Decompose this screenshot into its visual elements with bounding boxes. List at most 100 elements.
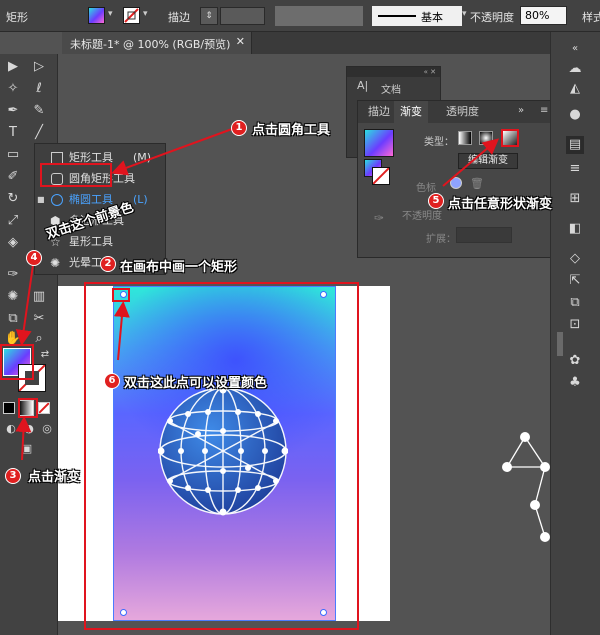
flare-icon: ✺ (50, 256, 61, 270)
magic-wand-icon[interactable]: ✧ (4, 80, 22, 98)
type-tool-icon[interactable]: T (4, 124, 22, 142)
annotation-6: 双击这此点可以设置颜色 (124, 376, 268, 391)
annotation-2: 在画布中画一个矩形 (120, 260, 238, 275)
flyout-item-shortcut: (M) (133, 151, 152, 164)
color-mode-button[interactable] (3, 402, 15, 414)
control-bar: 矩形 ▾ ▾ 描边 ⇕ 基本 ▾ 不透明度 80% 样式 (0, 0, 600, 32)
expand-label: 扩展： (426, 234, 456, 245)
layers-icon[interactable]: ◇ (566, 250, 584, 268)
paintbrush-icon[interactable]: ✐ (4, 168, 22, 186)
opacity-label: 不透明度 (470, 11, 514, 24)
gradient-panel: 描边 渐变 透明度 » ≡ 类型： 编辑渐变 色标 🗑 ✑ 不透明度 扩展： (357, 100, 556, 258)
chevron-down-icon[interactable]: ▾ (108, 9, 113, 19)
artboards-icon[interactable]: ⧉ (566, 294, 584, 312)
current-tool-marker: ■ (37, 195, 45, 204)
no-stroke-icon (372, 167, 390, 185)
transform-icon[interactable]: ⊞ (566, 190, 584, 208)
highlight-fill-color (0, 344, 34, 380)
panel-collapse-bar[interactable]: « ✕ (347, 67, 440, 77)
chevron-down-icon[interactable]: ▾ (143, 9, 148, 19)
shape-label: 矩形 (6, 11, 28, 24)
expand-input[interactable] (456, 227, 512, 243)
stroke-weight-input[interactable] (220, 7, 265, 25)
dock-scrollbar[interactable] (557, 332, 563, 356)
trash-icon[interactable]: 🗑 (470, 177, 484, 190)
gradient-panel-icon[interactable]: ▤ (566, 136, 584, 154)
column-graph-icon[interactable]: ▥ (30, 288, 48, 306)
document-tab[interactable]: 未标题-1* @ 100% (RGB/预览) ✕ (62, 32, 252, 54)
draw-behind-icon[interactable]: ◑ (20, 420, 38, 438)
ellipse-icon (51, 194, 63, 206)
fill-swatch[interactable] (88, 7, 105, 24)
symbol-sprayer-icon[interactable]: ✺ (4, 288, 22, 306)
tab-gradient[interactable]: 渐变 (394, 101, 428, 123)
pen-tool-icon[interactable]: ✒ (4, 102, 22, 120)
eyedropper-icon[interactable]: ✑ (374, 211, 384, 225)
swap-colors-icon[interactable]: ⇄ (36, 346, 54, 364)
document-tab-bar: 未标题-1* @ 100% (RGB/预览) ✕ (62, 32, 550, 54)
linear-gradient-button[interactable] (458, 131, 472, 145)
brush-definition[interactable]: 基本 (372, 6, 462, 26)
export-icon[interactable]: ⇱ (566, 272, 584, 290)
annotation-1: 点击圆角工具 (252, 123, 331, 138)
panel-expand-icon[interactable]: » (518, 105, 524, 116)
color-stop-icon[interactable] (450, 177, 462, 189)
draw-normal-icon[interactable]: ◐ (2, 420, 20, 438)
tab-transparency[interactable]: 透明度 (440, 101, 485, 123)
no-stroke-icon (124, 8, 139, 23)
scale-tool-icon[interactable]: ⤢ (4, 212, 22, 230)
slice-tool-icon[interactable]: ✂ (30, 310, 48, 328)
color-stop-label: 色标 (416, 183, 436, 194)
highlight-gradient-mode (18, 398, 38, 418)
selection-tool-icon[interactable]: ▶ (4, 58, 22, 76)
annotation-3: 点击渐变 (28, 470, 81, 485)
document-tab-title: 未标题-1* @ 100% (RGB/预览) (70, 38, 231, 51)
annotation-number: 4 (26, 250, 42, 266)
curvature-tool-icon[interactable]: ✎ (30, 102, 48, 120)
none-icon (38, 402, 50, 414)
artboard-tool-icon[interactable]: ⧉ (4, 310, 22, 328)
shape-builder-icon[interactable]: ◈ (4, 234, 22, 252)
cc-libraries-icon[interactable]: ☁ (566, 60, 584, 78)
stroke-style-label: 基本 (421, 11, 443, 24)
collapse-icon[interactable]: « (566, 40, 584, 58)
align-icon[interactable]: ◧ (566, 220, 584, 238)
chevron-down-icon[interactable]: ▾ (462, 9, 467, 19)
none-mode-button[interactable] (38, 402, 50, 414)
freeform-gradient-button[interactable] (501, 129, 519, 147)
variable-width-profile[interactable] (275, 6, 363, 26)
close-icon[interactable]: ✕ (236, 35, 245, 48)
tab-stroke[interactable]: 描边 (362, 101, 396, 123)
gradient-panel-tabs: 描边 渐变 透明度 » ≡ (358, 101, 555, 123)
draw-inside-icon[interactable]: ◎ (38, 420, 56, 438)
rectangle-tool-icon[interactable]: ▭ (4, 146, 22, 164)
rotate-tool-icon[interactable]: ↻ (4, 190, 22, 208)
color-icon[interactable]: ● (566, 106, 584, 124)
edit-gradient-button[interactable]: 编辑渐变 (458, 153, 518, 169)
brushes-icon[interactable]: ◭ (566, 80, 584, 98)
annotation-number: 5 (428, 193, 444, 209)
annotation-number: 1 (231, 120, 247, 136)
lasso-icon[interactable]: ℓ (30, 80, 48, 98)
stroke-swatch[interactable] (123, 7, 140, 24)
eyedropper-icon[interactable]: ✑ (4, 266, 22, 284)
line-tool-icon[interactable]: ╱ (30, 124, 48, 142)
gradient-preview-swatch[interactable] (364, 129, 394, 157)
stroke-swatch-small[interactable] (372, 167, 390, 185)
layers-menu-icon[interactable]: ≡ (566, 160, 584, 178)
panel-menu-icon[interactable]: ≡ (540, 105, 548, 116)
highlight-rounded-rect-tool (40, 163, 112, 187)
annotation-number: 6 (104, 373, 120, 389)
direct-selection-tool-icon[interactable]: ▷ (30, 58, 48, 76)
highlight-corner-point (112, 288, 130, 302)
radial-gradient-button[interactable] (479, 131, 493, 145)
graphic-styles-icon[interactable]: ♣ (566, 374, 584, 392)
right-panel-dock: « ☁ ◭ ● ▤ ≡ ⊞ ◧ ◇ ⇱ ⧉ ⊡ ✿ ♣ (550, 32, 600, 635)
links-icon[interactable]: ⊡ (566, 316, 584, 334)
annotation-number: 2 (100, 256, 116, 272)
stroke-weight-stepper[interactable]: ⇕ (200, 7, 218, 25)
opacity-input[interactable]: 80% (520, 6, 567, 25)
symbols-icon[interactable]: ✿ (566, 352, 584, 370)
screen-mode-icon[interactable]: ▣ (18, 440, 36, 458)
network-decoration (502, 432, 550, 542)
